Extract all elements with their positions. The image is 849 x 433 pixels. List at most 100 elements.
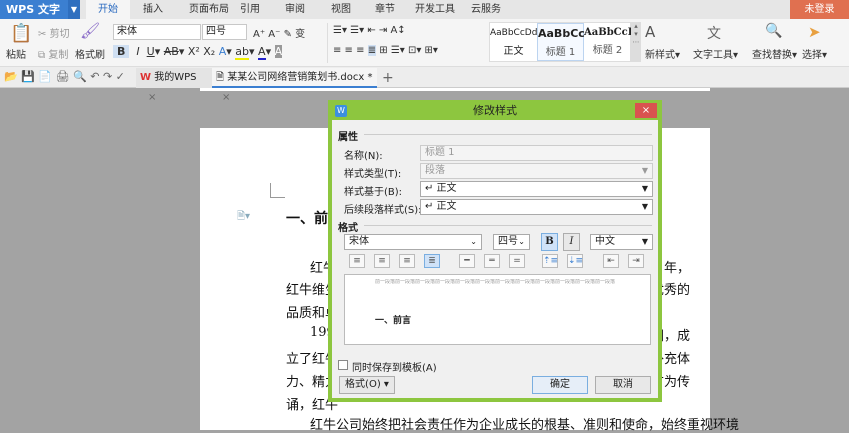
- based-on-select[interactable]: ↵ 正文 ▼: [420, 181, 653, 197]
- font-format-buttons[interactable]: B I U▾ AB▾ X² X₂ A▾ ab▾ A▾ A: [113, 45, 283, 60]
- script-select[interactable]: 中文 ▼: [590, 234, 653, 250]
- tab-insert[interactable]: 插入: [133, 0, 173, 19]
- close-icon[interactable]: ×: [148, 92, 156, 103]
- decrease-indent-icon[interactable]: ⇤: [603, 254, 619, 268]
- paste-icon: 📋: [10, 23, 33, 44]
- select-button[interactable]: 选择▾: [802, 46, 827, 61]
- login-button[interactable]: 未登录: [790, 0, 849, 19]
- style-heading2[interactable]: AaBbCcD 标题 2: [584, 23, 636, 61]
- new-style-icon: A: [645, 23, 656, 41]
- style-normal[interactable]: AaBbCcDd 正文: [490, 23, 537, 61]
- quick-icons[interactable]: 📂 💾 📄 🖨 🔍 ↶ ↷ ✓: [4, 70, 125, 83]
- cursor-icon: ➤: [808, 23, 821, 41]
- page-1-bottom: [200, 88, 710, 91]
- format-menu-button[interactable]: 格式(O) ▾: [339, 376, 395, 394]
- modify-style-dialog: W 修改样式 × 属性 名称(N): 标题 1 样式类型(T): 段落 ▼ 样式基…: [328, 100, 662, 402]
- chevron-down-icon: ⌄: [518, 237, 525, 246]
- text-tools-icon: 文: [707, 26, 721, 42]
- justify-icon[interactable]: ≣: [424, 254, 440, 268]
- text-tools-button[interactable]: 文字工具▾: [693, 46, 738, 61]
- chevron-down-icon: ▼: [641, 237, 648, 246]
- margin-mark: [270, 183, 285, 198]
- tab-layout[interactable]: 页面布局: [178, 0, 240, 19]
- save-template-label: 同时保存到模板(A): [352, 363, 437, 374]
- list-buttons[interactable]: ☰▾ ☰▾ ⇤ ⇥ A↕: [333, 25, 406, 36]
- italic-toggle[interactable]: I: [563, 233, 580, 251]
- grow-shrink-font-icons[interactable]: A⁺ A⁻ ✎ 变: [253, 25, 305, 40]
- document-icon: 🗎: [216, 72, 225, 83]
- new-tab-button[interactable]: +: [378, 68, 394, 88]
- style-gallery: AaBbCcDd 正文 AaBbCc 标题 1 AaBbCcD 标题 2: [489, 22, 636, 62]
- double-spacing-icon[interactable]: =: [509, 254, 525, 268]
- save-template-checkbox[interactable]: [338, 360, 348, 370]
- paragraph-format-buttons: ≡ ≡ ≡ ≣ ━ ═ = ⇡≡ ⇣≡ ⇤ ⇥: [349, 254, 649, 270]
- dialog-title: 修改样式: [473, 104, 517, 117]
- tab-view[interactable]: 视图: [326, 0, 356, 19]
- name-field[interactable]: 标题 1: [420, 145, 653, 161]
- increase-indent-icon[interactable]: ⇥: [628, 254, 644, 268]
- name-label: 名称(N):: [344, 151, 383, 162]
- align-right-icon[interactable]: ≡: [399, 254, 415, 268]
- brush-icon: 🖌: [80, 21, 101, 40]
- section-properties: 属性: [338, 132, 358, 143]
- chevron-down-icon: ▼: [641, 202, 648, 211]
- size-select[interactable]: 四号 ⌄: [493, 234, 530, 250]
- bold-toggle[interactable]: B: [541, 233, 558, 251]
- next-style-select[interactable]: ↵ 正文 ▼: [420, 199, 653, 215]
- space-before-icon[interactable]: ⇡≡: [542, 254, 558, 268]
- single-spacing-icon[interactable]: ━: [459, 254, 475, 268]
- align-left-icon[interactable]: ≡: [349, 254, 365, 268]
- style-heading1[interactable]: AaBbCc 标题 1: [537, 23, 585, 61]
- tab-review[interactable]: 审阅: [280, 0, 310, 19]
- based-on-label: 样式基于(B):: [344, 187, 403, 198]
- style-preview: 前一段落前一段落前一段落前一段落前一段落前一段落前一段落前一段落前一段落前一段落…: [344, 274, 651, 345]
- chevron-down-icon: ▼: [641, 184, 648, 193]
- preview-previous-paragraph: 前一段落前一段落前一段落前一段落前一段落前一段落前一段落前一段落前一段落前一段落…: [375, 279, 616, 285]
- tab-cloud[interactable]: 云服务: [466, 0, 506, 19]
- ok-button[interactable]: 确定: [532, 376, 588, 394]
- format-painter-button[interactable]: 格式刷: [75, 46, 105, 61]
- doc-tab-active[interactable]: 🗎 某某公司网络营销策划书.docx * ×: [212, 68, 377, 103]
- copy-button[interactable]: ⧉ 复制: [38, 46, 68, 61]
- align-buttons[interactable]: ≡ ≡ ≡ ≣ ⊞ ☰▾ ⊡▾ ⊞▾: [333, 45, 438, 56]
- align-center-icon[interactable]: ≡: [374, 254, 390, 268]
- font-size-select[interactable]: 四号: [202, 24, 247, 40]
- cancel-button[interactable]: 取消: [595, 376, 651, 394]
- paragraph-menu-icon[interactable]: 🗎▾: [237, 209, 250, 226]
- paste-button[interactable]: 粘贴: [6, 46, 26, 61]
- one-half-spacing-icon[interactable]: ═: [484, 254, 500, 268]
- menu-bar: WPS 文字 ▼ 开始 插入 页面布局 引用 审阅 视图 章节 开发工具 云服务 …: [0, 0, 849, 19]
- tab-home[interactable]: 开始: [86, 0, 130, 19]
- tab-references[interactable]: 引用: [235, 0, 265, 19]
- next-style-label: 后续段落样式(S):: [344, 205, 422, 216]
- divider: [364, 225, 652, 226]
- ribbon: 📋 粘贴 ✂ 剪切 ⧉ 复制 🖌 格式刷 宋体 四号 A⁺ A⁻ ✎ 变 B I…: [0, 19, 849, 67]
- heading: 一、前: [286, 211, 328, 227]
- type-label: 样式类型(T):: [344, 169, 402, 180]
- close-button[interactable]: ×: [635, 103, 657, 118]
- close-icon[interactable]: ×: [222, 92, 230, 103]
- doc-tab-mywps[interactable]: W 我的WPS ×: [136, 68, 212, 103]
- find-replace-icon: 🔍: [765, 23, 783, 39]
- preview-heading: 一、前言: [375, 316, 412, 326]
- dialog-body: 属性 名称(N): 标题 1 样式类型(T): 段落 ▼ 样式基于(B): ↵ 正…: [332, 120, 658, 398]
- cut-button[interactable]: ✂ 剪切: [38, 25, 70, 40]
- find-replace-button[interactable]: 查找替换▾: [752, 46, 797, 61]
- divider: [327, 23, 328, 63]
- text-line: 红牛公司始终把社会责任作为企业成长的根基、准则和使命，始终重视环境: [310, 418, 740, 433]
- app-name: WPS 文字: [6, 3, 60, 16]
- copy-icon: ⧉: [38, 50, 46, 61]
- style-type-select[interactable]: 段落 ▼: [420, 163, 653, 179]
- wps-logo-icon: W: [140, 72, 152, 83]
- space-after-icon[interactable]: ⇣≡: [567, 254, 583, 268]
- divider: [364, 134, 652, 135]
- tab-chapter[interactable]: 章节: [370, 0, 400, 19]
- chevron-down-icon: ▼: [641, 166, 648, 175]
- new-style-button[interactable]: 新样式▾: [645, 46, 680, 61]
- scissors-icon: ✂: [38, 29, 47, 40]
- tab-developer[interactable]: 开发工具: [410, 0, 460, 19]
- style-gallery-scroll[interactable]: ▴ ▾ ⋯: [631, 22, 641, 62]
- font-select[interactable]: 宋体 ⌄: [344, 234, 482, 250]
- app-menu-button[interactable]: WPS 文字 ▼: [0, 0, 80, 19]
- font-select[interactable]: 宋体: [113, 24, 201, 40]
